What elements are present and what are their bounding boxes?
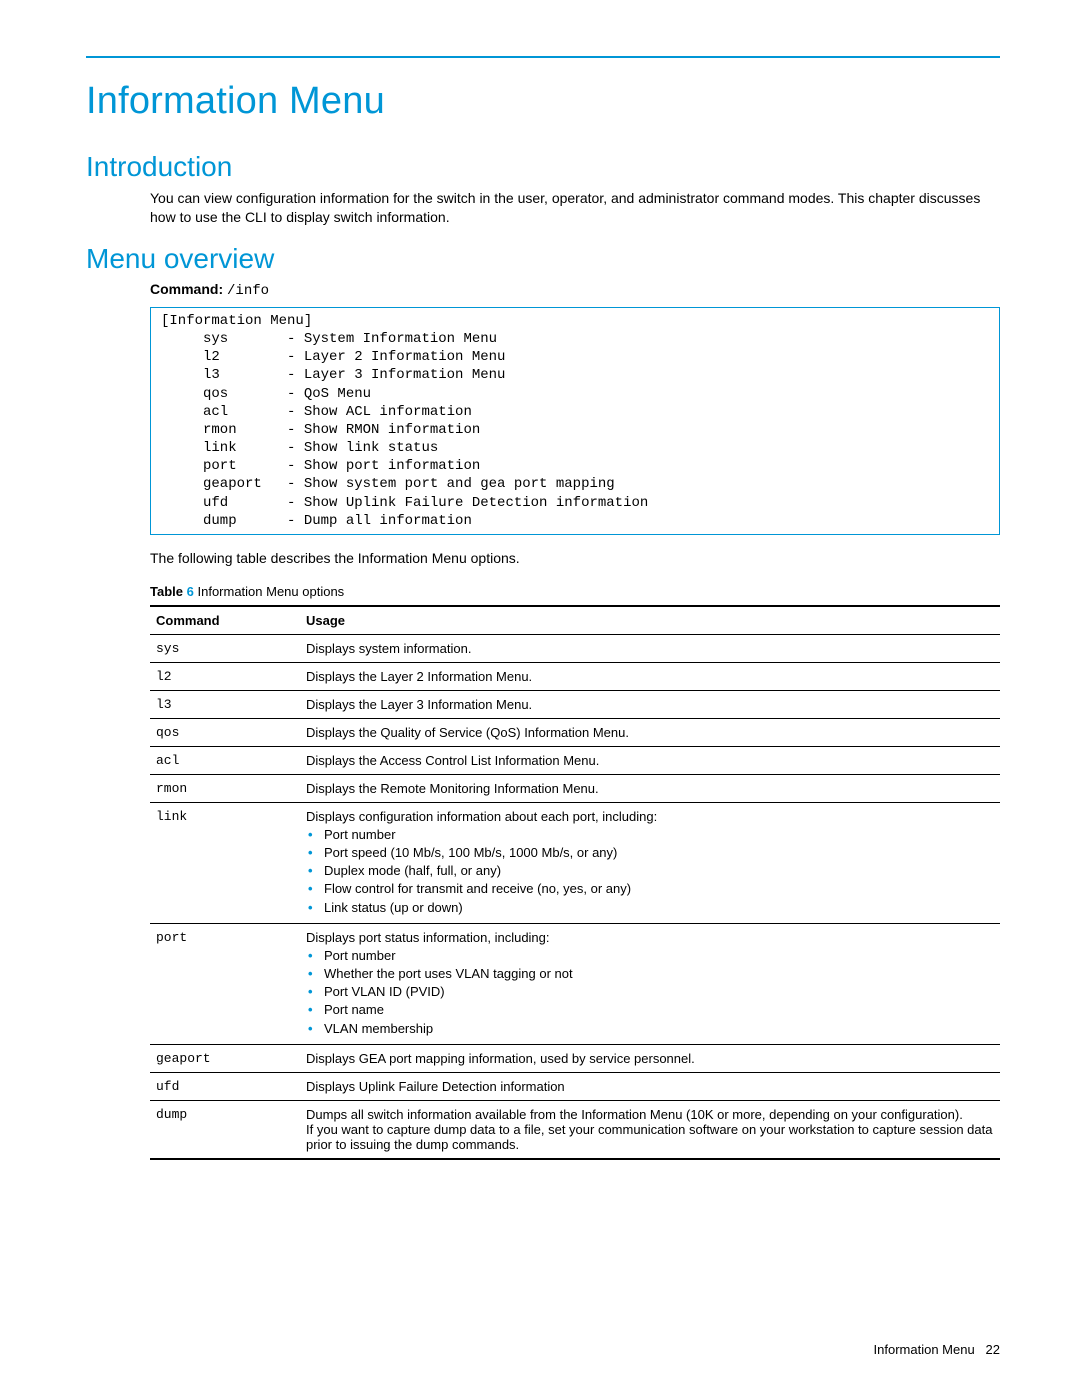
table-row: rmonDisplays the Remote Monitoring Infor…	[150, 774, 1000, 802]
table-cell-command: ufd	[150, 1072, 300, 1100]
caption-prefix: Table	[150, 584, 183, 599]
usage-intro: Displays port status information, includ…	[306, 930, 994, 945]
table-cell-command: l2	[150, 662, 300, 690]
table-caption: Table 6 Information Menu options	[150, 584, 1000, 599]
table-cell-usage: Dumps all switch information available f…	[300, 1100, 1000, 1159]
command-value: /info	[227, 283, 269, 299]
table-cell-command: l3	[150, 690, 300, 718]
caption-num: 6	[187, 584, 194, 599]
list-item: Port name	[324, 1001, 994, 1019]
table-row: ufdDisplays Uplink Failure Detection inf…	[150, 1072, 1000, 1100]
usage-intro: Displays configuration information about…	[306, 809, 994, 824]
usage-bullets: Port numberWhether the port uses VLAN ta…	[306, 947, 994, 1038]
command-line: Command: /info	[150, 281, 1000, 299]
table-cell-command: qos	[150, 718, 300, 746]
table-row: sysDisplays system information.	[150, 634, 1000, 662]
list-item: VLAN membership	[324, 1020, 994, 1038]
table-cell-usage: Displays port status information, includ…	[300, 923, 1000, 1044]
overview-heading: Menu overview	[86, 243, 1000, 275]
table-row: qosDisplays the Quality of Service (QoS)…	[150, 718, 1000, 746]
footer-page: 22	[986, 1342, 1000, 1357]
table-cell-usage: Displays the Quality of Service (QoS) In…	[300, 718, 1000, 746]
table-intro-text: The following table describes the Inform…	[150, 549, 1000, 568]
table-cell-usage: Displays the Layer 2 Information Menu.	[300, 662, 1000, 690]
list-item: Port number	[324, 947, 994, 965]
caption-text: Information Menu options	[197, 584, 344, 599]
list-item: Port VLAN ID (PVID)	[324, 983, 994, 1001]
list-item: Port number	[324, 826, 994, 844]
table-header-usage: Usage	[300, 606, 1000, 635]
table-cell-usage: Displays the Access Control List Informa…	[300, 746, 1000, 774]
page-title: Information Menu	[86, 80, 1000, 123]
list-item: Port speed (10 Mb/s, 100 Mb/s, 1000 Mb/s…	[324, 844, 994, 862]
top-rule	[86, 56, 1000, 58]
table-row: l2Displays the Layer 2 Information Menu.	[150, 662, 1000, 690]
table-cell-usage: Displays system information.	[300, 634, 1000, 662]
table-row: link Displays configuration information a…	[150, 802, 1000, 923]
terminal-output: [Information Menu] sys - System Informat…	[150, 307, 1000, 535]
table-row: dumpDumps all switch information availab…	[150, 1100, 1000, 1159]
command-label: Command:	[150, 281, 223, 297]
introduction-text: You can view configuration information f…	[150, 189, 1000, 227]
table-row: port Displays port status information, in…	[150, 923, 1000, 1044]
list-item: Whether the port uses VLAN tagging or no…	[324, 965, 994, 983]
usage-bullets: Port numberPort speed (10 Mb/s, 100 Mb/s…	[306, 826, 994, 917]
table-row: aclDisplays the Access Control List Info…	[150, 746, 1000, 774]
table-cell-usage: Displays configuration information about…	[300, 802, 1000, 923]
page-footer: Information Menu 22	[874, 1342, 1000, 1357]
table-cell-command: port	[150, 923, 300, 1044]
table-cell-command: geaport	[150, 1044, 300, 1072]
introduction-heading: Introduction	[86, 151, 1000, 183]
table-cell-usage: Displays the Remote Monitoring Informati…	[300, 774, 1000, 802]
list-item: Duplex mode (half, full, or any)	[324, 862, 994, 880]
footer-label: Information Menu	[874, 1342, 975, 1357]
table-cell-usage: Displays the Layer 3 Information Menu.	[300, 690, 1000, 718]
table-cell-command: acl	[150, 746, 300, 774]
options-table: Command Usage sysDisplays system informa…	[150, 605, 1000, 1160]
list-item: Flow control for transmit and receive (n…	[324, 880, 994, 898]
table-row: l3Displays the Layer 3 Information Menu.	[150, 690, 1000, 718]
table-cell-command: sys	[150, 634, 300, 662]
list-item: Link status (up or down)	[324, 899, 994, 917]
table-row: geaportDisplays GEA port mapping informa…	[150, 1044, 1000, 1072]
table-header-command: Command	[150, 606, 300, 635]
table-cell-usage: Displays Uplink Failure Detection inform…	[300, 1072, 1000, 1100]
table-cell-command: rmon	[150, 774, 300, 802]
table-cell-command: link	[150, 802, 300, 923]
table-cell-usage: Displays GEA port mapping information, u…	[300, 1044, 1000, 1072]
table-cell-command: dump	[150, 1100, 300, 1159]
